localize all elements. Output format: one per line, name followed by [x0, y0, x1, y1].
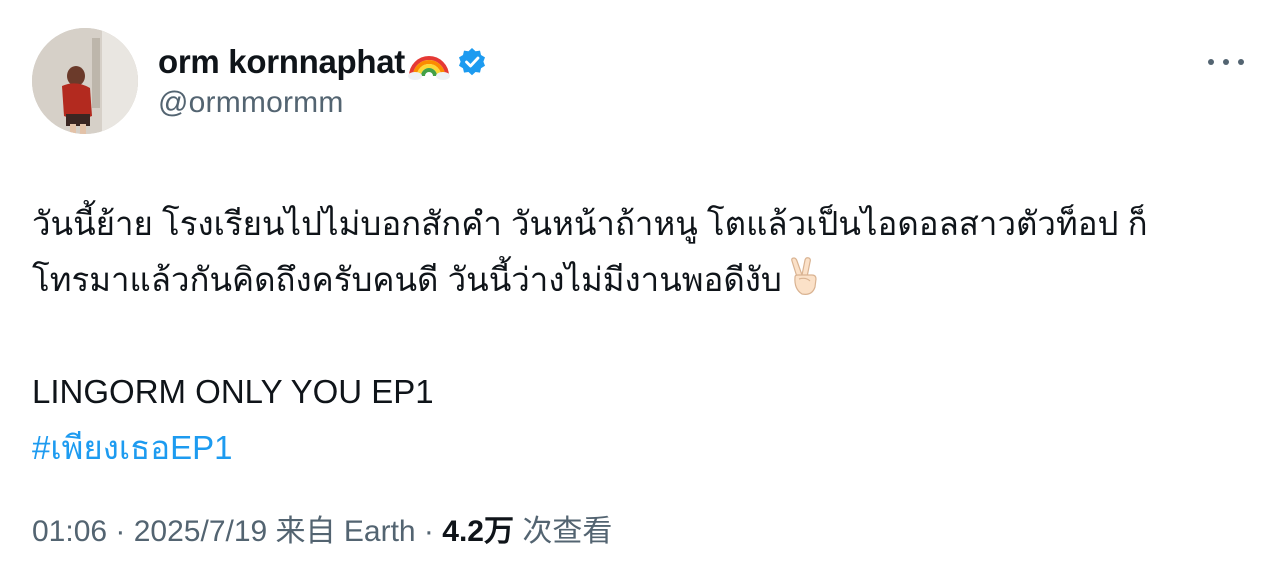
views-label: 次查看 [513, 515, 613, 548]
tweet-location: 来自 Earth [267, 515, 416, 548]
avatar-photo [32, 28, 138, 134]
views-count[interactable]: 4.2万 [442, 515, 514, 548]
avatar[interactable] [32, 28, 138, 134]
tweet-line-2-text: โทรมาแล้วกันคิดถึงครับคนดี วันนี้ว่างไม่… [32, 261, 782, 298]
verified-icon[interactable] [457, 47, 487, 77]
author-name-row: orm kornnaphat [158, 38, 487, 86]
tweet-line-1: วันนี้ย้าย โรงเรียนไปไม่บอกสักคำ วันหน้า… [32, 205, 1148, 242]
tweet-line-2: โทรมาแล้วกันคิดถึงครับคนดี วันนี้ว่างไม่… [32, 252, 1242, 308]
dot [1208, 59, 1214, 65]
dot [1223, 59, 1229, 65]
separator: · [107, 515, 134, 548]
separator: · [415, 515, 443, 548]
peace-hand-icon [786, 257, 822, 297]
tweet-meta: 01:06 · 2025/7/19 来自 Earth · 4.2万 次查看 [32, 506, 612, 550]
tweet-time[interactable]: 01:06 [32, 515, 107, 548]
display-name[interactable]: orm kornnaphat [158, 43, 405, 81]
tweet-date[interactable]: 2025/7/19 [134, 515, 267, 548]
author-handle[interactable]: @ormmormm [158, 86, 344, 120]
rainbow-icon [407, 42, 451, 82]
tweet-text: วันนี้ย้าย โรงเรียนไปไม่บอกสักคำ วันหน้า… [32, 196, 1242, 476]
tweet-line-3: LINGORM ONLY YOU EP1 [32, 373, 434, 410]
hashtag-link[interactable]: #เพียงเธอEP1 [32, 420, 1242, 476]
dot [1238, 59, 1244, 65]
more-options-icon[interactable] [1208, 50, 1244, 74]
